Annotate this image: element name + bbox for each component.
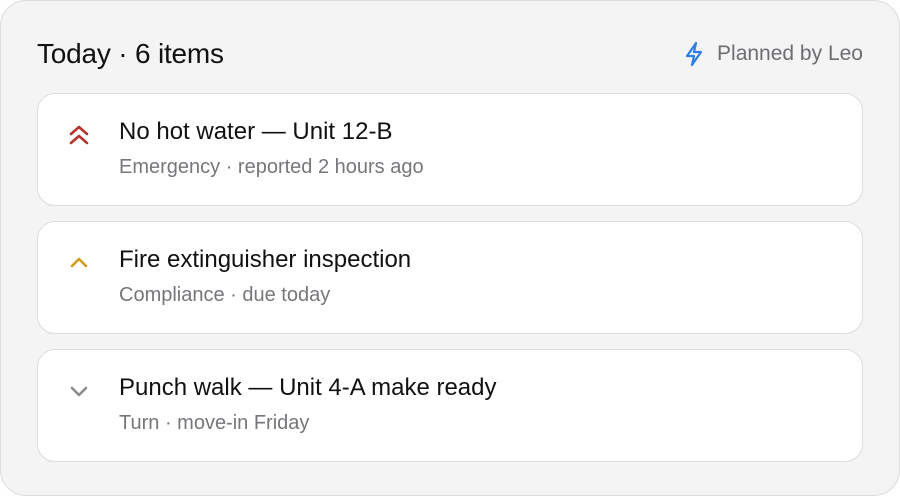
task-title: Fire extinguisher inspection xyxy=(119,246,412,273)
task-title: Punch walk — Unit 4-A make ready xyxy=(119,374,497,401)
today-panel: Today · 6 items Planned by Leo No hot wa… xyxy=(0,0,900,496)
task-meta: Turn · move-in Friday xyxy=(119,412,310,434)
chevron-down-icon xyxy=(68,380,90,402)
panel-header: Today · 6 items Planned by Leo xyxy=(37,31,863,77)
planned-by: Planned by Leo xyxy=(683,41,863,67)
chevron-up-icon xyxy=(68,252,90,274)
task-card[interactable]: No hot water — Unit 12-B Emergency · rep… xyxy=(37,93,863,206)
planned-by-label: Planned by Leo xyxy=(717,42,863,65)
page-title: Today · 6 items xyxy=(37,38,224,69)
task-card[interactable]: Fire extinguisher inspection Compliance … xyxy=(37,221,863,334)
task-card[interactable]: Punch walk — Unit 4-A make ready Turn · … xyxy=(37,349,863,462)
double-chevron-up-icon xyxy=(68,124,90,146)
task-meta: Compliance · due today xyxy=(119,284,331,306)
lightning-icon xyxy=(683,41,705,67)
task-list: No hot water — Unit 12-B Emergency · rep… xyxy=(37,93,863,477)
task-title: No hot water — Unit 12-B xyxy=(119,118,393,145)
task-meta: Emergency · reported 2 hours ago xyxy=(119,156,424,178)
